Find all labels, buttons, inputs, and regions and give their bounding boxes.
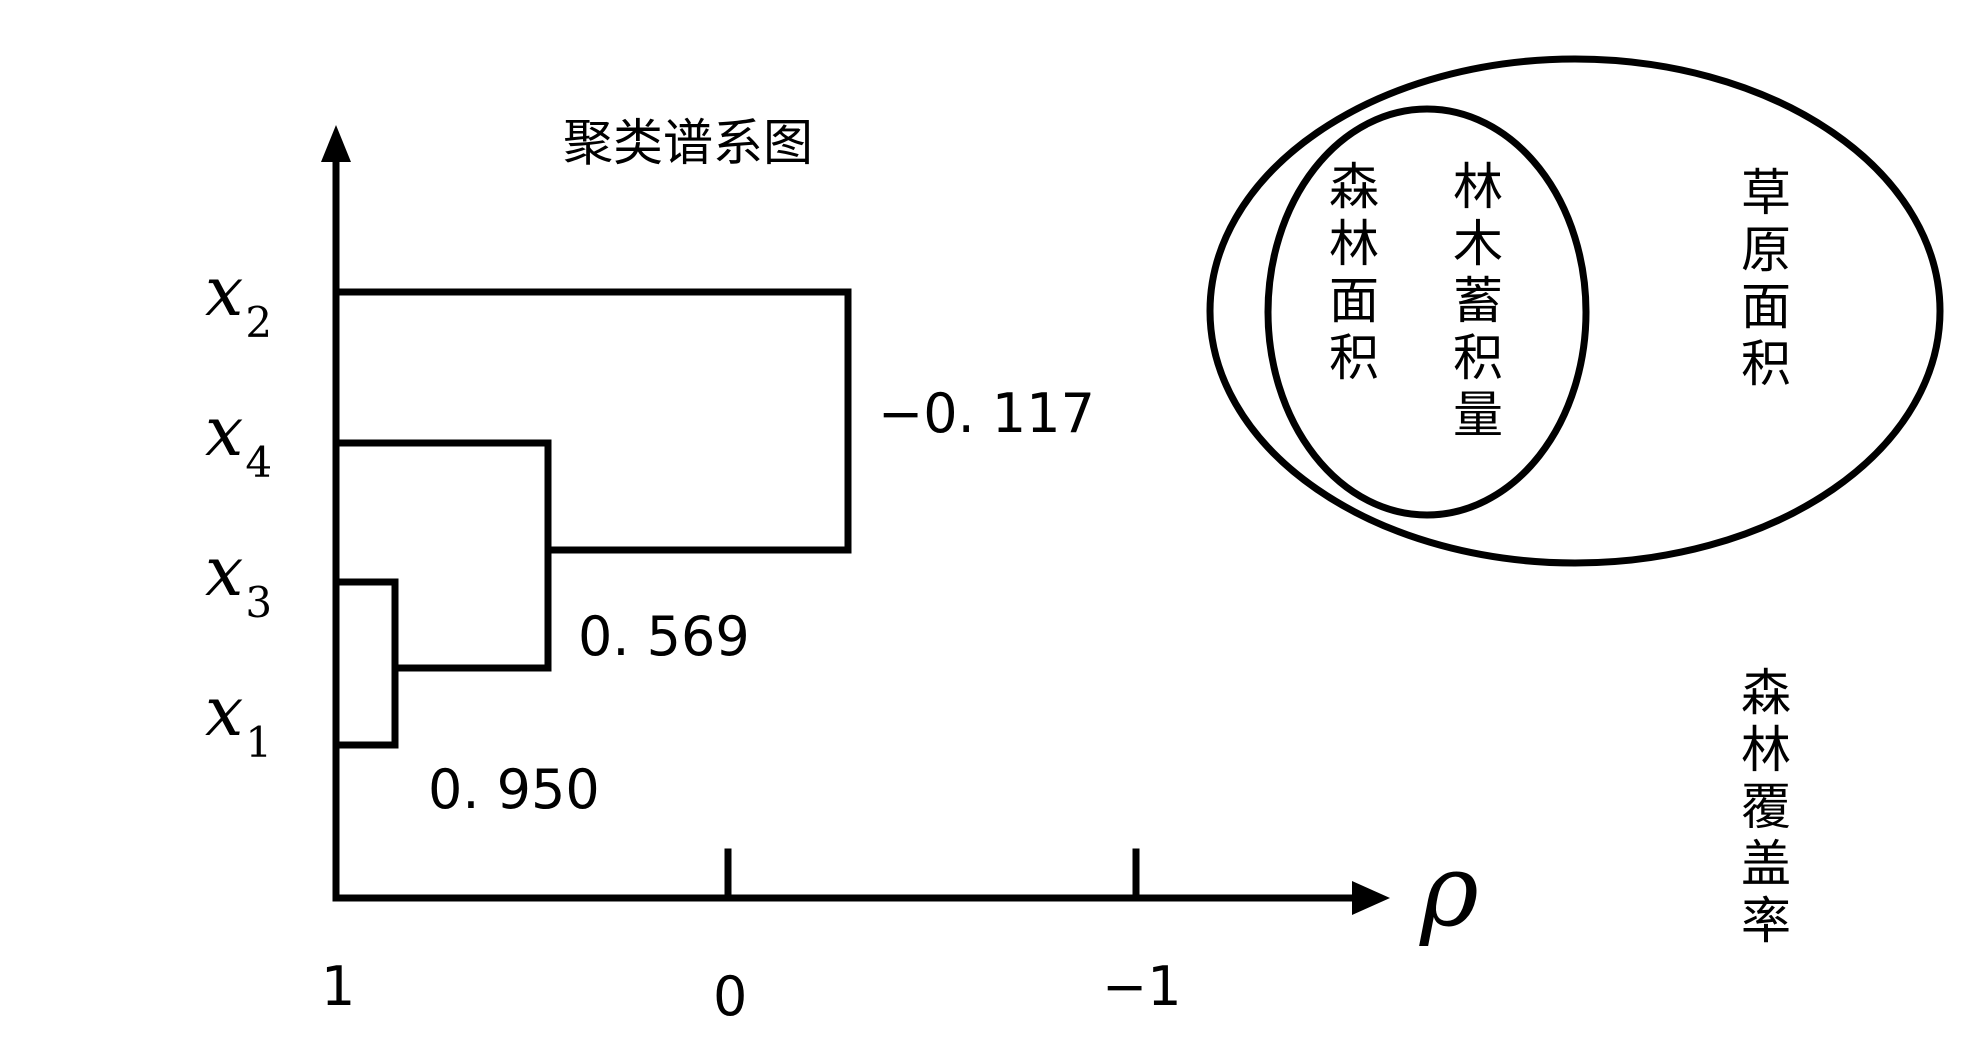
diagram-title: 聚类谱系图 <box>563 114 813 172</box>
leaf-label-x2: x2 <box>205 253 272 347</box>
grassland-ellipse <box>1206 55 1944 567</box>
leaf-label-x4: x4 <box>205 393 272 487</box>
forest-ellipse <box>1264 105 1590 519</box>
timber-volume-label: 林木蓄积量 <box>1453 158 1503 444</box>
diagram-canvas: 聚类谱系图 x2 x4 x3 x1 0. 950 0. 569 −0. 117 … <box>205 55 1944 1028</box>
link-x134-x2 <box>332 288 852 554</box>
link-x13-x4 <box>332 439 552 672</box>
merge-value-0-950: 0. 950 <box>428 758 600 821</box>
rho-tick-label-one: 1 <box>321 955 355 1018</box>
forest-area-label: 森林面积 <box>1329 158 1379 387</box>
link-x3-x1 <box>332 578 399 749</box>
leaf-label-x1: x1 <box>205 673 272 767</box>
leaf-label-x3: x3 <box>205 533 272 627</box>
y-axis-arrowhead <box>321 125 351 162</box>
rho-tick-label-zero: 0 <box>713 965 747 1028</box>
forest-coverage-label: 森林覆盖率 <box>1741 664 1791 950</box>
grassland-area-label: 草原面积 <box>1741 164 1791 393</box>
merge-value-0-569: 0. 569 <box>578 605 750 668</box>
rho-tick-label-minus-one: −1 <box>1102 955 1182 1018</box>
merge-value-minus-0-117: −0. 117 <box>878 382 1095 445</box>
rho-axis-arrowhead <box>1352 881 1390 915</box>
rho-axis-symbol: ρ <box>1419 832 1479 949</box>
